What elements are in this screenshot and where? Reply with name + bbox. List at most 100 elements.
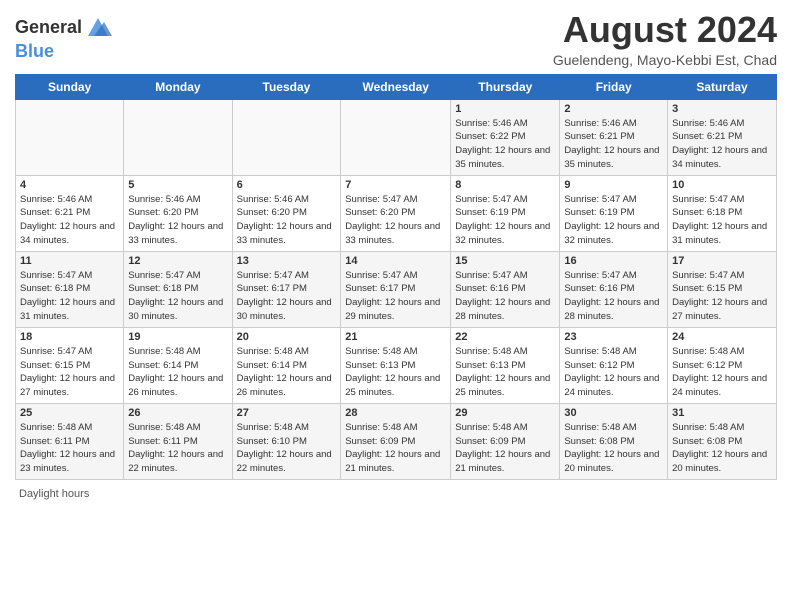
calendar-cell: 19Sunrise: 5:48 AM Sunset: 6:14 PM Dayli… xyxy=(124,327,232,403)
weekday-header: Sunday xyxy=(16,74,124,99)
logo-blue: Blue xyxy=(15,41,54,61)
calendar-cell: 6 Sunrise: 5:46 AM Sunset: 6:20 PM Daylig… xyxy=(232,175,341,251)
calendar-cell: 26Sunrise: 5:48 AM Sunset: 6:11 PM Dayli… xyxy=(124,403,232,479)
day-number: 28 xyxy=(345,407,446,419)
day-info: Sunrise: 5:47 AM Sunset: 6:18 PM Dayligh… xyxy=(128,269,227,324)
calendar-cell: 3 Sunrise: 5:46 AM Sunset: 6:21 PM Daylig… xyxy=(668,99,777,175)
day-number: 21 xyxy=(345,331,446,343)
day-number: 14 xyxy=(345,255,446,267)
calendar-cell: 18 Sunrise: 5:47 AM Sunset: 6:15 PM Dayli… xyxy=(16,327,124,403)
calendar-cell: 13 Sunrise: 5:47 AM Sunset: 6:17 PM Dayli… xyxy=(232,251,341,327)
day-info: Sunrise: 5:47 AM Sunset: 6:18 PM Dayligh… xyxy=(20,269,119,324)
day-number: 12 xyxy=(128,255,227,267)
calendar-cell: 22 Sunrise: 5:48 AM Sunset: 6:13 PM Dayli… xyxy=(451,327,560,403)
day-info: Sunrise: 5:46 AM Sunset: 6:21 PM Dayligh… xyxy=(20,193,119,248)
day-info: Sunrise: 5:46 AM Sunset: 6:21 PM Dayligh… xyxy=(672,117,772,172)
day-number: 31 xyxy=(672,407,772,419)
day-number: 5 xyxy=(128,179,227,191)
day-number: 29 xyxy=(455,407,555,419)
day-number: 20 xyxy=(237,331,337,343)
title-block: August 2024 Guelendeng, Mayo-Kebbi Est, … xyxy=(553,10,777,68)
day-number: 13 xyxy=(237,255,337,267)
calendar-table: SundayMondayTuesdayWednesdayThursdayFrid… xyxy=(15,74,777,480)
day-number: 22 xyxy=(455,331,555,343)
footer: Daylight hours xyxy=(15,488,777,500)
weekday-header: Tuesday xyxy=(232,74,341,99)
calendar-cell: 11Sunrise: 5:47 AM Sunset: 6:18 PM Dayli… xyxy=(16,251,124,327)
calendar-cell: 27 Sunrise: 5:48 AM Sunset: 6:10 PM Dayli… xyxy=(232,403,341,479)
day-number: 1 xyxy=(455,103,555,115)
calendar-cell: 21 Sunrise: 5:48 AM Sunset: 6:13 PM Dayli… xyxy=(341,327,451,403)
day-number: 3 xyxy=(672,103,772,115)
calendar-header-row: SundayMondayTuesdayWednesdayThursdayFrid… xyxy=(16,74,777,99)
day-number: 27 xyxy=(237,407,337,419)
logo-icon xyxy=(84,14,112,42)
calendar-cell: 7 Sunrise: 5:47 AM Sunset: 6:20 PM Daylig… xyxy=(341,175,451,251)
calendar-cell xyxy=(232,99,341,175)
day-number: 6 xyxy=(237,179,337,191)
day-number: 17 xyxy=(672,255,772,267)
calendar-cell: 8 Sunrise: 5:47 AM Sunset: 6:19 PM Daylig… xyxy=(451,175,560,251)
day-info: Sunrise: 5:48 AM Sunset: 6:14 PM Dayligh… xyxy=(237,345,337,400)
day-info: Sunrise: 5:48 AM Sunset: 6:12 PM Dayligh… xyxy=(672,345,772,400)
day-info: Sunrise: 5:47 AM Sunset: 6:17 PM Dayligh… xyxy=(237,269,337,324)
location-title: Guelendeng, Mayo-Kebbi Est, Chad xyxy=(553,52,777,68)
weekday-header: Thursday xyxy=(451,74,560,99)
calendar-cell xyxy=(341,99,451,175)
calendar-cell xyxy=(124,99,232,175)
day-info: Sunrise: 5:47 AM Sunset: 6:15 PM Dayligh… xyxy=(20,345,119,400)
weekday-header: Wednesday xyxy=(341,74,451,99)
day-info: Sunrise: 5:47 AM Sunset: 6:16 PM Dayligh… xyxy=(564,269,663,324)
calendar-cell: 17 Sunrise: 5:47 AM Sunset: 6:15 PM Dayli… xyxy=(668,251,777,327)
logo: General Blue xyxy=(15,14,112,62)
day-number: 4 xyxy=(20,179,119,191)
day-info: Sunrise: 5:46 AM Sunset: 6:20 PM Dayligh… xyxy=(128,193,227,248)
day-number: 16 xyxy=(564,255,663,267)
calendar-cell: 1 Sunrise: 5:46 AM Sunset: 6:22 PM Daylig… xyxy=(451,99,560,175)
calendar-cell: 4 Sunrise: 5:46 AM Sunset: 6:21 PM Daylig… xyxy=(16,175,124,251)
weekday-header: Monday xyxy=(124,74,232,99)
day-info: Sunrise: 5:46 AM Sunset: 6:21 PM Dayligh… xyxy=(564,117,663,172)
day-number: 18 xyxy=(20,331,119,343)
day-info: Sunrise: 5:48 AM Sunset: 6:11 PM Dayligh… xyxy=(128,421,227,476)
day-number: 8 xyxy=(455,179,555,191)
calendar-page: General Blue August 2024 Guelendeng, May… xyxy=(0,0,792,612)
logo-text: General xyxy=(15,18,82,38)
day-number: 15 xyxy=(455,255,555,267)
day-info: Sunrise: 5:48 AM Sunset: 6:12 PM Dayligh… xyxy=(564,345,663,400)
day-info: Sunrise: 5:47 AM Sunset: 6:19 PM Dayligh… xyxy=(455,193,555,248)
calendar-cell: 20 Sunrise: 5:48 AM Sunset: 6:14 PM Dayli… xyxy=(232,327,341,403)
day-info: Sunrise: 5:48 AM Sunset: 6:09 PM Dayligh… xyxy=(455,421,555,476)
calendar-week-row: 25 Sunrise: 5:48 AM Sunset: 6:11 PM Dayli… xyxy=(16,403,777,479)
calendar-week-row: 4 Sunrise: 5:46 AM Sunset: 6:21 PM Daylig… xyxy=(16,175,777,251)
day-info: Sunrise: 5:48 AM Sunset: 6:13 PM Dayligh… xyxy=(345,345,446,400)
weekday-header: Saturday xyxy=(668,74,777,99)
calendar-week-row: 1 Sunrise: 5:46 AM Sunset: 6:22 PM Daylig… xyxy=(16,99,777,175)
day-info: Sunrise: 5:48 AM Sunset: 6:10 PM Dayligh… xyxy=(237,421,337,476)
day-number: 23 xyxy=(564,331,663,343)
day-number: 7 xyxy=(345,179,446,191)
day-number: 24 xyxy=(672,331,772,343)
calendar-cell: 16 Sunrise: 5:47 AM Sunset: 6:16 PM Dayli… xyxy=(560,251,668,327)
day-info: Sunrise: 5:47 AM Sunset: 6:16 PM Dayligh… xyxy=(455,269,555,324)
day-info: Sunrise: 5:46 AM Sunset: 6:22 PM Dayligh… xyxy=(455,117,555,172)
day-info: Sunrise: 5:47 AM Sunset: 6:20 PM Dayligh… xyxy=(345,193,446,248)
calendar-cell: 29 Sunrise: 5:48 AM Sunset: 6:09 PM Dayli… xyxy=(451,403,560,479)
day-info: Sunrise: 5:48 AM Sunset: 6:08 PM Dayligh… xyxy=(672,421,772,476)
header: General Blue August 2024 Guelendeng, May… xyxy=(15,10,777,68)
daylight-hours-label: Daylight hours xyxy=(19,488,89,500)
calendar-cell: 5 Sunrise: 5:46 AM Sunset: 6:20 PM Daylig… xyxy=(124,175,232,251)
calendar-cell: 12 Sunrise: 5:47 AM Sunset: 6:18 PM Dayli… xyxy=(124,251,232,327)
month-title: August 2024 xyxy=(553,10,777,50)
calendar-cell: 28Sunrise: 5:48 AM Sunset: 6:09 PM Dayli… xyxy=(341,403,451,479)
day-info: Sunrise: 5:46 AM Sunset: 6:20 PM Dayligh… xyxy=(237,193,337,248)
calendar-cell: 30Sunrise: 5:48 AM Sunset: 6:08 PM Dayli… xyxy=(560,403,668,479)
day-info: Sunrise: 5:47 AM Sunset: 6:19 PM Dayligh… xyxy=(564,193,663,248)
day-number: 10 xyxy=(672,179,772,191)
day-info: Sunrise: 5:48 AM Sunset: 6:13 PM Dayligh… xyxy=(455,345,555,400)
weekday-header: Friday xyxy=(560,74,668,99)
day-info: Sunrise: 5:47 AM Sunset: 6:15 PM Dayligh… xyxy=(672,269,772,324)
calendar-cell: 14Sunrise: 5:47 AM Sunset: 6:17 PM Dayli… xyxy=(341,251,451,327)
day-number: 25 xyxy=(20,407,119,419)
calendar-cell: 24 Sunrise: 5:48 AM Sunset: 6:12 PM Dayli… xyxy=(668,327,777,403)
